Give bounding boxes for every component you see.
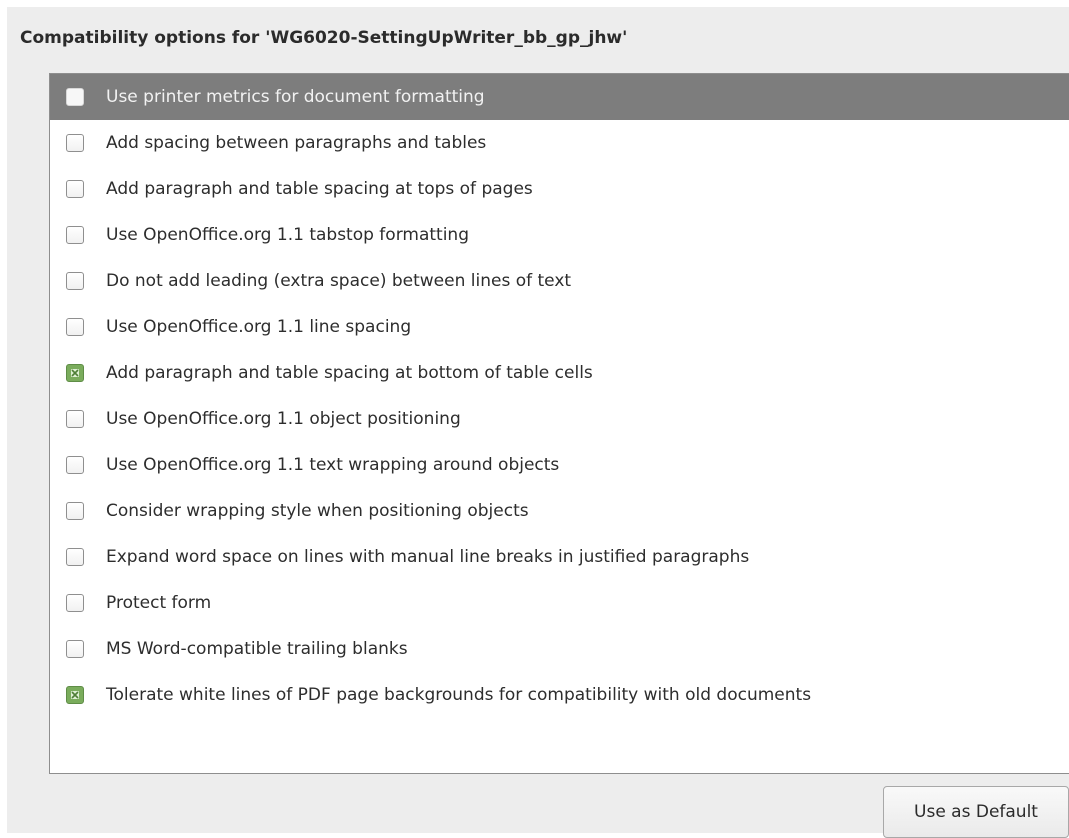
use-as-default-button[interactable]: Use as Default <box>883 786 1069 838</box>
checkbox[interactable] <box>66 594 84 612</box>
option-row-pdf-white-lines[interactable]: Tolerate white lines of PDF page backgro… <box>50 672 1069 718</box>
option-label: Add paragraph and table spacing at tops … <box>106 179 533 199</box>
option-label: Expand word space on lines with manual l… <box>106 547 750 567</box>
option-label: Add paragraph and table spacing at botto… <box>106 363 593 383</box>
option-row-spacing-paragraphs-tables[interactable]: Add spacing between paragraphs and table… <box>50 120 1069 166</box>
check-mark-icon <box>71 691 79 699</box>
option-row-spacing-tops-pages[interactable]: Add paragraph and table spacing at tops … <box>50 166 1069 212</box>
checkbox[interactable] <box>66 134 84 152</box>
option-row-no-leading[interactable]: Do not add leading (extra space) between… <box>50 258 1069 304</box>
option-label: Use OpenOffice.org 1.1 object positionin… <box>106 409 461 429</box>
checkbox[interactable] <box>66 456 84 474</box>
checkbox-checked[interactable] <box>66 686 84 704</box>
option-label: Use OpenOffice.org 1.1 line spacing <box>106 317 412 337</box>
option-row-text-wrapping[interactable]: Use OpenOffice.org 1.1 text wrapping aro… <box>50 442 1069 488</box>
option-row-object-positioning[interactable]: Use OpenOffice.org 1.1 object positionin… <box>50 396 1069 442</box>
option-row-wrapping-style[interactable]: Consider wrapping style when positioning… <box>50 488 1069 534</box>
option-row-expand-word-space[interactable]: Expand word space on lines with manual l… <box>50 534 1069 580</box>
check-mark-icon <box>71 369 79 377</box>
option-label: Do not add leading (extra space) between… <box>106 271 572 291</box>
checkbox[interactable] <box>66 410 84 428</box>
option-row-protect-form[interactable]: Protect form <box>50 580 1069 626</box>
option-label: Protect form <box>106 593 212 613</box>
checkbox[interactable] <box>66 226 84 244</box>
option-label: Consider wrapping style when positioning… <box>106 501 529 521</box>
checkbox[interactable] <box>66 502 84 520</box>
panel-title: Compatibility options for 'WG6020-Settin… <box>20 28 628 48</box>
compatibility-options-list[interactable]: Use printer metrics for document formatt… <box>49 73 1069 774</box>
option-row-trailing-blanks[interactable]: MS Word-compatible trailing blanks <box>50 626 1069 672</box>
option-label: Add spacing between paragraphs and table… <box>106 133 487 153</box>
checkbox[interactable] <box>66 180 84 198</box>
option-label: Tolerate white lines of PDF page backgro… <box>106 685 812 705</box>
checkbox[interactable] <box>66 272 84 290</box>
checkbox[interactable] <box>66 640 84 658</box>
option-label: MS Word-compatible trailing blanks <box>106 639 408 659</box>
checkbox[interactable] <box>66 548 84 566</box>
checkbox[interactable] <box>66 318 84 336</box>
option-label: Use OpenOffice.org 1.1 text wrapping aro… <box>106 455 560 475</box>
checkbox-checked[interactable] <box>66 364 84 382</box>
option-label: Use printer metrics for document formatt… <box>106 87 485 107</box>
option-row-printer-metrics[interactable]: Use printer metrics for document formatt… <box>50 74 1069 120</box>
option-label: Use OpenOffice.org 1.1 tabstop formattin… <box>106 225 469 245</box>
option-row-spacing-bottom-cells[interactable]: Add paragraph and table spacing at botto… <box>50 350 1069 396</box>
checkbox[interactable] <box>66 88 84 106</box>
option-row-line-spacing[interactable]: Use OpenOffice.org 1.1 line spacing <box>50 304 1069 350</box>
compatibility-panel: Compatibility options for 'WG6020-Settin… <box>7 7 1069 838</box>
option-row-tabstop-formatting[interactable]: Use OpenOffice.org 1.1 tabstop formattin… <box>50 212 1069 258</box>
